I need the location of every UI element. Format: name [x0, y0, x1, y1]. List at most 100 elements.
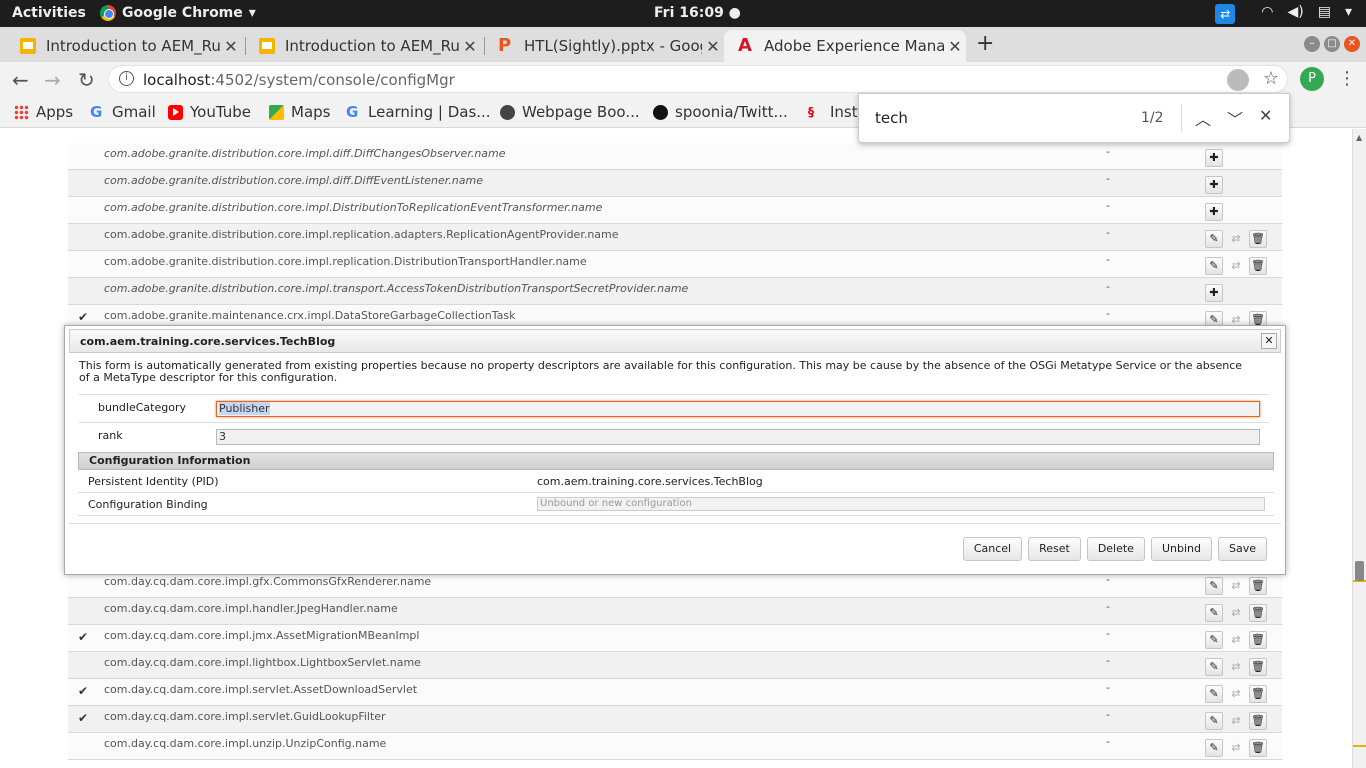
edit-pencil-icon[interactable]: ✎	[1205, 658, 1223, 676]
minimize-icon[interactable]: –	[1304, 36, 1320, 52]
unbind-icon[interactable]: ⇄	[1227, 739, 1245, 757]
delete-trash-icon[interactable]: 🗑	[1249, 739, 1267, 757]
close-icon[interactable]: ✕	[1261, 333, 1277, 349]
find-close-icon[interactable]: ✕	[1259, 106, 1272, 125]
window-close-icon[interactable]: ✕	[1344, 36, 1360, 52]
add-icon[interactable]: ✚	[1205, 176, 1223, 194]
config-name[interactable]: com.adobe.granite.distribution.core.impl…	[104, 255, 587, 268]
unbind-button[interactable]: Unbind	[1150, 537, 1212, 561]
edit-pencil-icon[interactable]: ✎	[1205, 739, 1223, 757]
cancel-button[interactable]: Cancel	[962, 537, 1023, 561]
bookmark-webpage[interactable]: Webpage Boo...	[500, 103, 640, 121]
info-icon[interactable]: i	[119, 71, 134, 86]
config-row[interactable]: com.day.cq.dam.core.impl.gfx.CommonsGfxR…	[68, 571, 1282, 598]
unbind-icon[interactable]: ⇄	[1227, 712, 1245, 730]
close-icon[interactable]: ✕	[459, 37, 481, 56]
config-name[interactable]: com.day.cq.dam.core.impl.jmx.AssetMigrat…	[104, 629, 419, 642]
config-name[interactable]: com.day.cq.dam.core.impl.unzip.UnzipConf…	[104, 737, 386, 750]
new-tab-button[interactable]: +	[976, 31, 994, 56]
config-row[interactable]: com.day.cq.dam.core.impl.lightbox.Lightb…	[68, 652, 1282, 679]
config-row[interactable]: com.adobe.granite.distribution.core.impl…	[68, 143, 1282, 170]
config-name[interactable]: com.day.cq.dam.core.impl.servlet.GuidLoo…	[104, 710, 386, 723]
edit-pencil-icon[interactable]: ✎	[1205, 230, 1223, 248]
tab-htl-pptx[interactable]: P HTL(Sightly).pptx - Google ✕	[484, 30, 724, 62]
config-name[interactable]: com.adobe.granite.distribution.core.impl…	[104, 174, 483, 187]
maximize-icon[interactable]: □	[1324, 36, 1340, 52]
edit-pencil-icon[interactable]: ✎	[1205, 604, 1223, 622]
find-input[interactable]: tech	[875, 109, 908, 127]
tray-app-icon[interactable]: ⇄	[1215, 4, 1236, 24]
config-row[interactable]: ✔ com.day.cq.dam.core.impl.servlet.GuidLo…	[68, 706, 1282, 733]
delete-trash-icon[interactable]: 🗑	[1249, 604, 1267, 622]
unbind-icon[interactable]: ⇄	[1227, 577, 1245, 595]
config-name[interactable]: com.adobe.granite.distribution.core.impl…	[104, 282, 688, 295]
config-name[interactable]: com.adobe.granite.distribution.core.impl…	[104, 147, 506, 160]
config-name[interactable]: com.day.cq.dam.core.impl.servlet.AssetDo…	[104, 683, 417, 696]
reload-icon[interactable]: ↻	[78, 68, 95, 92]
profile-avatar[interactable]: P	[1300, 67, 1324, 91]
add-icon[interactable]: ✚	[1205, 203, 1223, 221]
config-row[interactable]: ✔ com.day.cq.dam.core.impl.jmx.AssetMigra…	[68, 625, 1282, 652]
unbind-icon[interactable]: ⇄	[1227, 685, 1245, 703]
find-previous-chevron-up-icon[interactable]: ︿	[1195, 106, 1211, 130]
bookmark-gmail[interactable]: G Gmail	[90, 103, 156, 121]
delete-trash-icon[interactable]: 🗑	[1249, 631, 1267, 649]
bookmark-youtube[interactable]: YouTube	[168, 103, 251, 121]
delete-button[interactable]: Delete	[1086, 537, 1145, 561]
config-name[interactable]: com.adobe.granite.distribution.core.impl…	[104, 201, 602, 214]
back-arrow-icon[interactable]: ←	[12, 68, 29, 92]
bundlecategory-input[interactable]: Publisher	[216, 401, 1260, 417]
address-bar[interactable]: i localhost:4502/system/console/configMg…	[108, 65, 1288, 93]
close-icon[interactable]: ✕	[220, 37, 242, 56]
clock[interactable]: Fri 16:09 ●	[654, 5, 741, 21]
delete-trash-icon[interactable]: 🗑	[1249, 712, 1267, 730]
page-scrollbar[interactable]: ▲	[1352, 129, 1366, 768]
config-row[interactable]: com.adobe.granite.distribution.core.impl…	[68, 197, 1282, 224]
unbind-icon[interactable]: ⇄	[1227, 658, 1245, 676]
bookmark-learning[interactable]: G Learning | Das...	[346, 103, 491, 121]
config-row[interactable]: ✔ com.day.cq.dam.core.impl.servlet.AssetD…	[68, 679, 1282, 706]
delete-trash-icon[interactable]: 🗑	[1249, 230, 1267, 248]
edit-pencil-icon[interactable]: ✎	[1205, 257, 1223, 275]
config-name[interactable]: com.day.cq.dam.core.impl.lightbox.Lightb…	[104, 656, 421, 669]
config-row[interactable]: com.adobe.granite.distribution.core.impl…	[68, 278, 1282, 305]
unbind-icon[interactable]: ⇄	[1227, 257, 1245, 275]
add-icon[interactable]: ✚	[1205, 284, 1223, 302]
forward-arrow-icon[interactable]: →	[44, 68, 61, 92]
edit-pencil-icon[interactable]: ✎	[1205, 685, 1223, 703]
find-in-page-icon[interactable]	[1227, 69, 1249, 91]
tab-intro-aem-2[interactable]: Introduction to AEM_Run ✕	[245, 30, 481, 62]
delete-trash-icon[interactable]: 🗑	[1249, 257, 1267, 275]
edit-pencil-icon[interactable]: ✎	[1205, 577, 1223, 595]
config-name[interactable]: com.adobe.granite.distribution.core.impl…	[104, 228, 619, 241]
config-name[interactable]: com.day.cq.dam.core.impl.gfx.CommonsGfxR…	[104, 575, 431, 588]
config-name[interactable]: com.adobe.granite.maintenance.crx.impl.D…	[104, 309, 515, 322]
config-row[interactable]: com.day.cq.dam.core.impl.handler.JpegHan…	[68, 598, 1282, 625]
delete-trash-icon[interactable]: 🗑	[1249, 685, 1267, 703]
config-row[interactable]: com.day.cq.dam.core.impl.unzip.UnzipConf…	[68, 733, 1282, 760]
tab-intro-aem-1[interactable]: Introduction to AEM_Run ✕	[6, 30, 242, 62]
bookmark-apps[interactable]: Apps	[14, 103, 73, 121]
save-button[interactable]: Save	[1217, 537, 1267, 561]
bookmark-star-icon[interactable]: ☆	[1263, 68, 1279, 89]
unbind-icon[interactable]: ⇄	[1227, 604, 1245, 622]
add-icon[interactable]: ✚	[1205, 149, 1223, 167]
tab-adobe-experience-manager[interactable]: A Adobe Experience Manag ✕	[724, 30, 966, 62]
bookmark-maps[interactable]: Maps	[269, 103, 330, 121]
edit-pencil-icon[interactable]: ✎	[1205, 712, 1223, 730]
find-next-chevron-down-icon[interactable]: ﹀	[1227, 106, 1243, 130]
reset-button[interactable]: Reset	[1028, 537, 1081, 561]
close-icon[interactable]: ✕	[944, 37, 966, 56]
edit-pencil-icon[interactable]: ✎	[1205, 631, 1223, 649]
delete-trash-icon[interactable]: 🗑	[1249, 658, 1267, 676]
activities-button[interactable]: Activities	[12, 5, 86, 21]
close-icon[interactable]: ✕	[702, 37, 724, 56]
rank-input[interactable]: 3	[216, 429, 1260, 445]
scroll-up-icon[interactable]: ▲	[1356, 133, 1362, 142]
binding-field[interactable]: Unbound or new configuration	[537, 497, 1265, 511]
url-text[interactable]: localhost:4502/system/console/configMgr	[143, 71, 455, 89]
menu-kebab-icon[interactable]: ⋮	[1338, 68, 1356, 89]
unbind-icon[interactable]: ⇄	[1227, 230, 1245, 248]
system-tray[interactable]: ⇄ ◠ ◀) ▤ ▾	[1215, 4, 1352, 24]
app-menu[interactable]: Google Chrome ▾	[100, 5, 256, 21]
